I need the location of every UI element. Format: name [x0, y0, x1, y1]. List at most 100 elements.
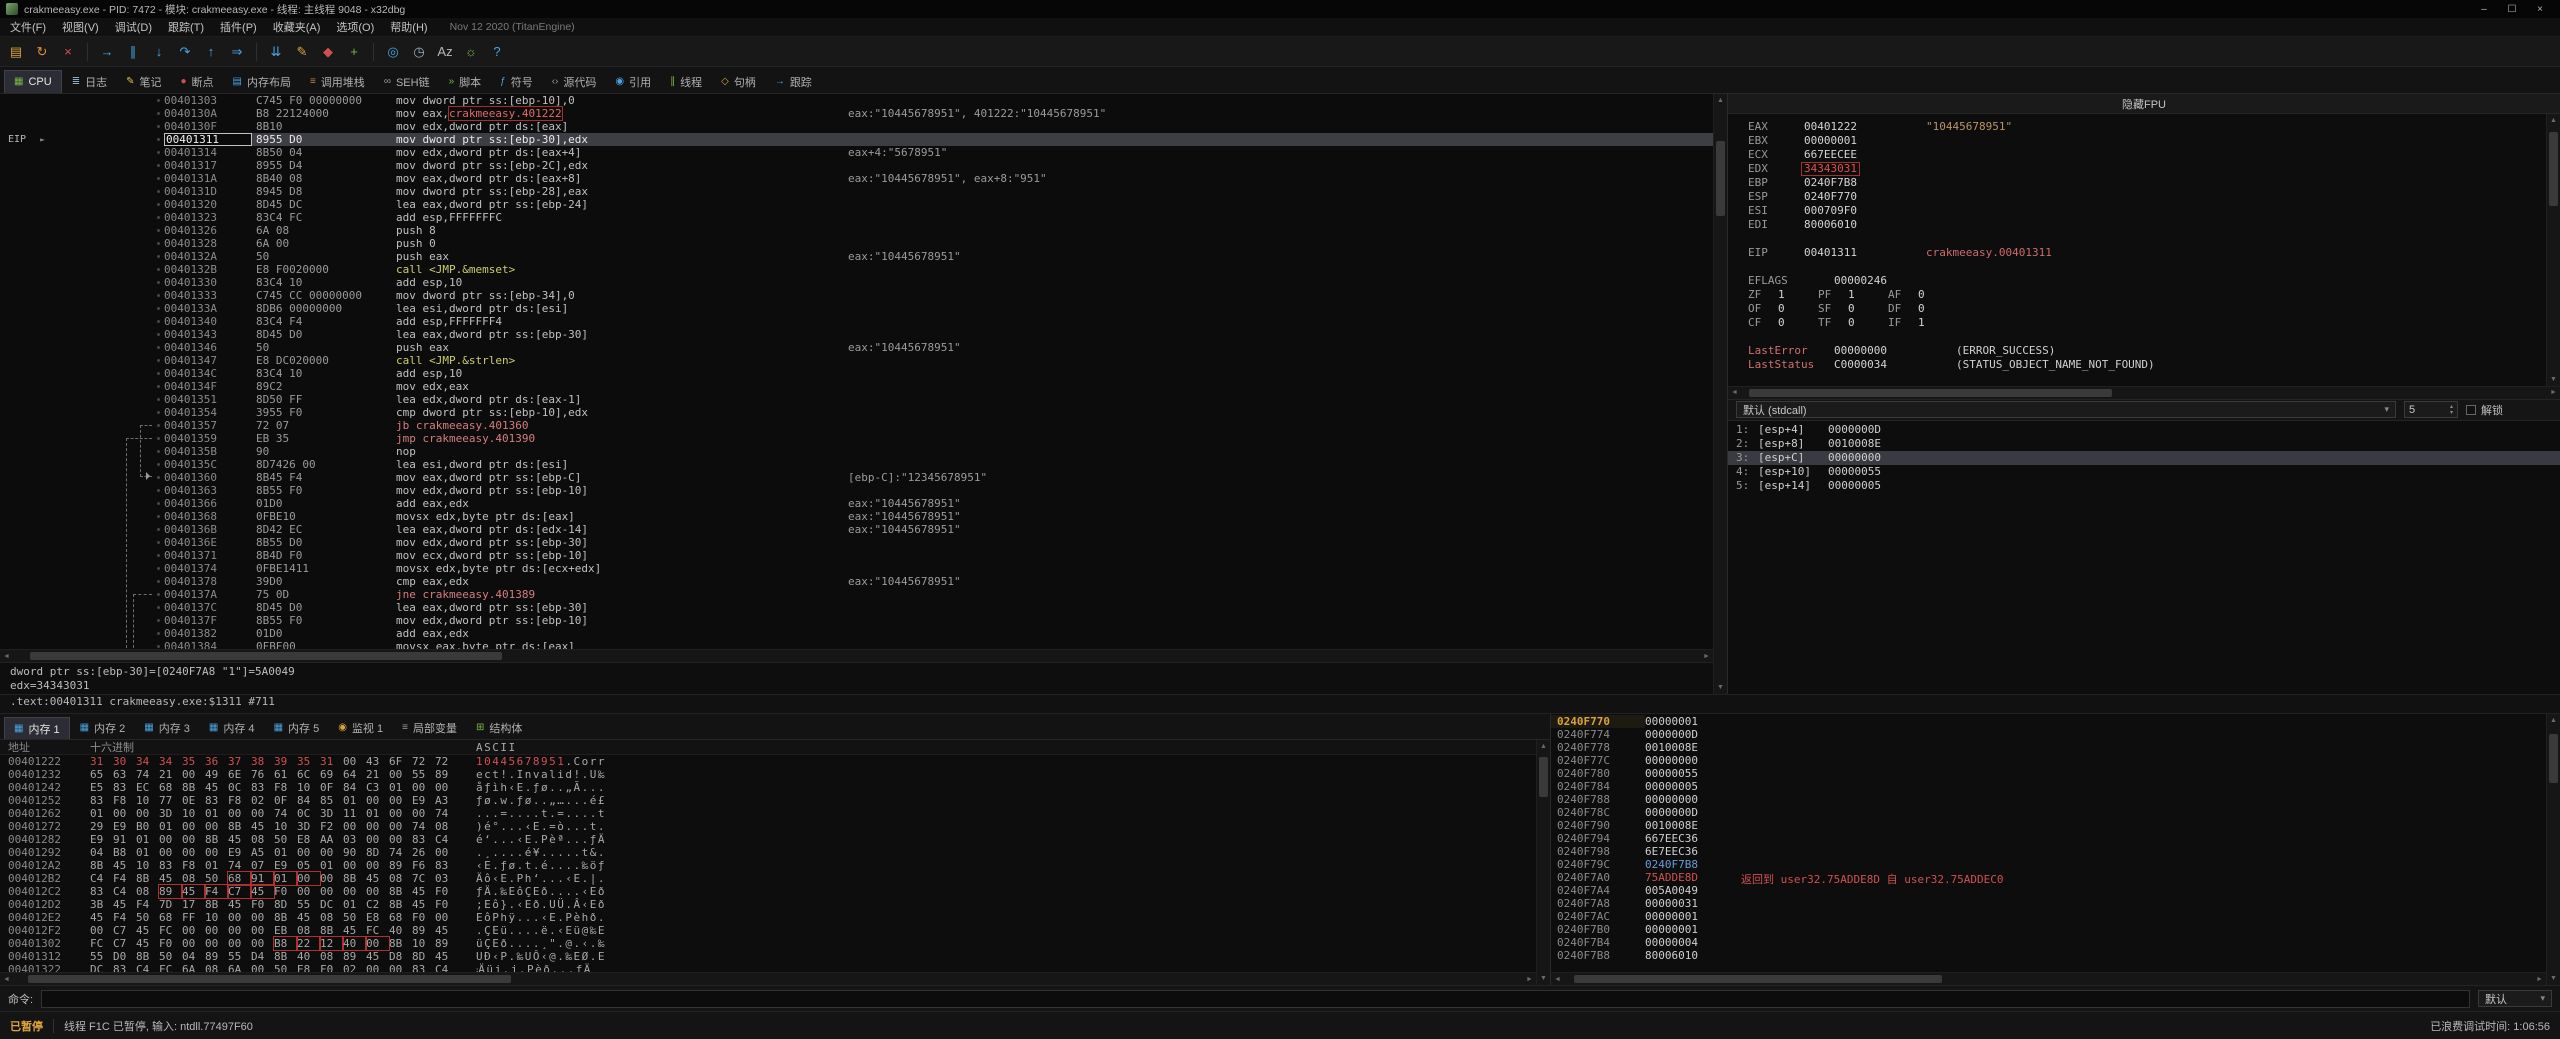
scroll-thumb[interactable] — [1573, 975, 1942, 983]
argument-row[interactable]: 2: [esp+8] 0010008E — [1728, 437, 2560, 451]
stack-row[interactable]: 0240F798 6E7EEC36 — [1551, 845, 2546, 858]
disasm-row[interactable]: 0040135C 8D7426 00 lea esi,dword ptr ds:[e… — [0, 458, 1713, 471]
scroll-right-icon[interactable]: ► — [2533, 973, 2546, 986]
tab-watch-1[interactable]: ◉ 监视 1 — [329, 717, 392, 739]
open-file-button[interactable]: ▤ — [4, 41, 28, 63]
dump-row[interactable]: 004012A2 8B 45 10 83 F8 01 74 07 E9 05 01 00 00 89 F6 83… — [0, 859, 1536, 872]
dump-row[interactable]: 004012B2 C4 F4 8B 45 08 50 68 91 01 00 00 8B 45 08 7C 03… — [0, 871, 1536, 886]
animate-into-button[interactable]: ⇊ — [264, 41, 288, 63]
disasm-row[interactable]: 00401303 C745 F0 00000000 mov dword ptr ss… — [0, 94, 1713, 107]
disasm-row[interactable]: 00401347 E8 DC020000 call <JMP.&strlen> — [0, 354, 1713, 367]
scroll-track[interactable] — [13, 973, 1523, 985]
registers-horizontal-scrollbar[interactable]: ◄ ► — [1728, 385, 2560, 399]
disasm-row[interactable]: 0040136B 8D42 EC lea eax,dword ptr ds:[edx… — [0, 523, 1713, 536]
menu-item-5[interactable]: 收藏夹(A) — [265, 19, 329, 35]
registers-vertical-scrollbar[interactable]: ▲ ▼ — [2546, 114, 2560, 386]
tab-notes[interactable]: ✎ 笔记 — [117, 70, 170, 93]
disasm-vertical-scrollbar[interactable]: ▲ ▼ — [1713, 94, 1727, 694]
disasm-row[interactable]: 00401314 8B50 04 mov edx,dword ptr ds:[eax… — [0, 146, 1713, 159]
menu-item-4[interactable]: 插件(P) — [212, 19, 265, 35]
stack-row[interactable]: 0240F77C 00000000 — [1551, 754, 2546, 767]
tab-locals[interactable]: ≡ 局部变量 — [393, 717, 466, 739]
flags-row[interactable]: CF 0 TF 0 IF 1 — [1748, 316, 2546, 330]
stack-row[interactable]: 0240F778 0010008E — [1551, 741, 2546, 754]
tab-source[interactable]: ‹› 源代码 — [543, 70, 606, 93]
az-order-button[interactable]: Az — [433, 41, 457, 63]
unlock-checkbox[interactable] — [2466, 404, 2476, 415]
argument-row[interactable]: 3: [esp+C] 00000000 — [1728, 450, 2560, 465]
disasm-row[interactable]: 00401378 39D0 cmp eax,edx eax:"10445678951" — [0, 575, 1713, 588]
close-button[interactable]: × — [2526, 4, 2554, 15]
tab-memory-map[interactable]: ▤ 内存布局 — [224, 70, 300, 93]
register-ebp[interactable]: EBP 0240F7B8 — [1748, 176, 2546, 190]
disasm-row[interactable]: 00401357 72 07 jb crakmeeasy.401360 — [0, 419, 1713, 432]
stack-row[interactable]: 0240F78C 0000000D — [1551, 806, 2546, 819]
stack-row[interactable]: 0240F7A4 005A0049 — [1551, 884, 2546, 897]
scroll-right-icon[interactable]: ► — [1523, 973, 1536, 986]
dump-row[interactable]: 00401312 55 D0 8B 50 04 89 55 D4 8B 40 08 89 45 D8 8D 45… — [0, 950, 1536, 963]
disasm-row[interactable]: 00401371 8B4D F0 mov ecx,dword ptr ss:[ebp… — [0, 549, 1713, 562]
scroll-track[interactable] — [13, 650, 1700, 662]
scroll-thumb[interactable] — [2549, 131, 2558, 206]
register-edx[interactable]: EDX 34343031 — [1748, 162, 2546, 176]
tab-dump-3[interactable]: ▦ 内存 3 — [135, 717, 199, 739]
dump-row[interactable]: 004012F2 00 C7 45 FC 00 00 00 00 EB 08 8B 45 FC 40 89 45… — [0, 924, 1536, 937]
register-eflags[interactable]: EFLAGS 00000246 — [1748, 274, 2546, 288]
stack-row[interactable]: 0240F774 0000000D — [1551, 728, 2546, 741]
unlock-checkbox-label[interactable]: 解锁 — [2466, 402, 2552, 418]
disasm-row[interactable]: 00401326 6A 08 push 8 — [0, 224, 1713, 237]
last-error[interactable]: LastError 00000000 (ERROR_SUCCESS) — [1748, 344, 2546, 358]
disasm-row[interactable]: 0040134C 83C4 10 add esp,10 — [0, 367, 1713, 380]
scroll-down-icon[interactable]: ▼ — [2547, 373, 2560, 386]
references-button[interactable]: ◎ — [381, 41, 405, 63]
dump-row[interactable]: 00401222 31 30 34 34 35 36 37 38 39 35 31 00 43 6F 72 72… — [0, 755, 1536, 768]
disasm-row[interactable]: 00401363 8B55 F0 mov edx,dword ptr ss:[ebp… — [0, 484, 1713, 497]
flags-row[interactable]: ZF 1 PF 1 AF 0 — [1748, 288, 2546, 302]
argument-row[interactable]: 5: [esp+14] 00000005 — [1728, 479, 2560, 493]
dump-row[interactable]: 004012E2 45 F4 50 68 FF 10 00 00 8B 45 08 50 E8 68 F0 00… — [0, 911, 1536, 924]
disasm-row[interactable]: 00401333 C745 CC 00000000 mov dword ptr ss… — [0, 289, 1713, 302]
stack-row[interactable]: 0240F794 667EEC36 — [1551, 832, 2546, 845]
scroll-left-icon[interactable]: ◄ — [1728, 386, 1741, 399]
tab-symbols[interactable]: ƒ 符号 — [491, 70, 542, 93]
tab-references[interactable]: ◉ 引用 — [606, 70, 660, 93]
scroll-track[interactable] — [2547, 127, 2560, 373]
scroll-track[interactable] — [1741, 387, 2547, 399]
disasm-row[interactable]: 00401346 50 push eax eax:"10445678951" — [0, 341, 1713, 354]
trace-history-button[interactable]: ◷ — [407, 41, 431, 63]
preferences-button[interactable]: ☼ — [459, 41, 483, 63]
scroll-left-icon[interactable]: ◄ — [0, 650, 13, 663]
scroll-up-icon[interactable]: ▲ — [1537, 740, 1550, 753]
step-into-button[interactable]: ↓ — [147, 41, 171, 63]
scroll-track[interactable] — [1714, 107, 1727, 681]
stack-row[interactable]: 0240F7B4 00000004 — [1551, 936, 2546, 949]
stack-row[interactable]: 0240F770 00000001 — [1551, 715, 2546, 728]
stack-row[interactable]: 0240F788 00000000 — [1551, 793, 2546, 806]
disasm-row[interactable]: 00401328 6A 00 push 0 — [0, 237, 1713, 250]
register-edi[interactable]: EDI 80006010 — [1748, 218, 2546, 232]
stack-row[interactable]: 0240F79C 0240F7B8 — [1551, 858, 2546, 871]
stack-row[interactable]: 0240F784 00000005 — [1551, 780, 2546, 793]
tab-call-stack[interactable]: ≡ 调用堆栈 — [301, 70, 374, 93]
command-profile-select[interactable]: 默认 ▾ — [2478, 990, 2552, 1007]
scroll-thumb[interactable] — [1539, 757, 1548, 797]
hot-patch-button[interactable]: ◆ — [316, 41, 340, 63]
tab-script[interactable]: » 脚本 — [440, 70, 491, 93]
disasm-row[interactable]: 00401351 8D50 FF lea edx,dword ptr ds:[eax… — [0, 393, 1713, 406]
menu-item-7[interactable]: 帮助(H) — [382, 19, 435, 35]
disasm-row[interactable]: 0040132A 50 push eax eax:"10445678951" — [0, 250, 1713, 263]
stack-row[interactable]: 0240F7B0 00000001 — [1551, 923, 2546, 936]
scroll-thumb[interactable] — [29, 652, 503, 660]
stack-row[interactable]: 0240F7A8 00000031 — [1551, 897, 2546, 910]
disasm-row[interactable]: 00401366 01D0 add eax,edx eax:"10445678951" — [0, 497, 1713, 510]
last-status[interactable]: LastStatus C0000034 (STATUS_OBJECT_NAME_NO… — [1748, 358, 2546, 372]
dump-row[interactable]: 00401292 04 B8 01 00 00 00 E9 A5 01 00 00 90 8D 74 26 00… — [0, 846, 1536, 859]
scroll-thumb[interactable] — [2549, 734, 2558, 784]
disasm-row[interactable]: 0040131A 8B40 08 mov eax,dword ptr ds:[eax… — [0, 172, 1713, 185]
scroll-thumb[interactable] — [1749, 388, 2112, 397]
tab-seh[interactable]: ∞ SEH链 — [375, 70, 439, 93]
arg-count-spinner[interactable]: 5 ▴ ▾ — [2404, 401, 2458, 418]
tab-breakpoints[interactable]: ● 断点 — [171, 70, 222, 93]
disasm-row[interactable]: 0040131D 8945 D8 mov dword ptr ss:[ebp-28]… — [0, 185, 1713, 198]
disasm-row[interactable]: 00401354 3955 F0 cmp dword ptr ss:[ebp-10]… — [0, 406, 1713, 419]
